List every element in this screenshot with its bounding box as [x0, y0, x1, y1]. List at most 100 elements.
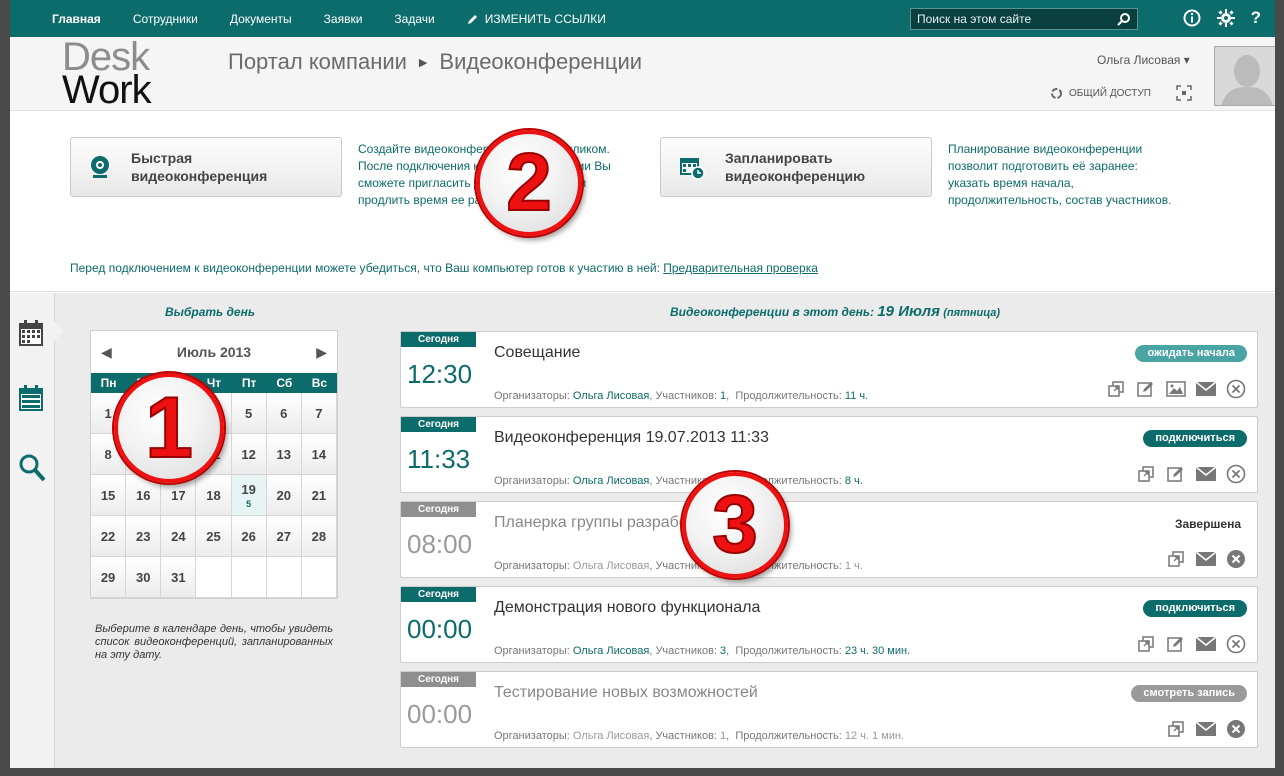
conference-card[interactable]: Сегодня 00:00 Тестирование новых возможнос…	[400, 671, 1258, 748]
schedule-conference-button[interactable]: Запланировать видеоконференцию	[660, 137, 932, 197]
organizer-name[interactable]: Ольга Лисовая	[573, 730, 649, 742]
conference-card[interactable]: Сегодня 08:00 Планерка группы разработки Ор…	[400, 501, 1258, 578]
calendar-day[interactable]: 22	[91, 516, 127, 557]
calendar-day[interactable]: 29	[91, 557, 127, 598]
organizer-name[interactable]: Ольга Лисовая	[573, 560, 649, 572]
close-circle-icon[interactable]	[1225, 718, 1247, 740]
help-icon[interactable]: ?	[1251, 8, 1261, 28]
conference-title[interactable]: Видеоконференция 19.07.2013 11:33	[494, 429, 769, 447]
conference-status-button[interactable]: подключиться	[1143, 430, 1247, 447]
calendar-day[interactable]: 5	[231, 393, 267, 434]
calendar-day[interactable]: 30	[126, 557, 162, 598]
share-icon	[1051, 88, 1062, 99]
close-circle-icon[interactable]	[1225, 548, 1247, 570]
close-circle-icon[interactable]	[1225, 633, 1247, 655]
calendar-day[interactable]: 25	[196, 516, 232, 557]
calendar-day[interactable]: 26	[231, 516, 267, 557]
calendar-day[interactable]: 12	[231, 434, 267, 475]
breadcrumb-portal[interactable]: Портал компании	[228, 49, 407, 75]
conference-card[interactable]: Сегодня 00:00 Демонстрация нового функцион…	[400, 586, 1258, 663]
open-window-icon[interactable]	[1135, 633, 1157, 655]
calendar-day[interactable]: 20	[266, 475, 302, 516]
image-icon[interactable]	[1165, 378, 1187, 400]
info-icon[interactable]	[1183, 9, 1201, 27]
conference-card[interactable]: Сегодня 11:33 Видеоконференция 19.07.2013 …	[400, 416, 1258, 493]
focus-icon[interactable]	[1176, 85, 1192, 101]
open-window-icon[interactable]	[1105, 378, 1127, 400]
close-circle-icon[interactable]	[1225, 463, 1247, 485]
calendar-day[interactable]: 7	[301, 393, 337, 434]
conference-title[interactable]: Тестирование новых возможностей	[494, 684, 758, 702]
calendar-day-number: 12	[241, 446, 256, 462]
callout-badge-1: 1	[114, 373, 224, 483]
calendar-day[interactable]: 6	[266, 393, 302, 434]
mail-icon[interactable]	[1195, 633, 1217, 655]
conference-tools	[1165, 718, 1247, 740]
mail-icon[interactable]	[1195, 463, 1217, 485]
calendar-day[interactable]: 23	[126, 516, 162, 557]
participants-count: 1	[720, 730, 727, 742]
quick-conference-button[interactable]: Быстрая видеоконференция	[70, 137, 342, 197]
edit-icon[interactable]	[1135, 378, 1157, 400]
edit-links-button[interactable]: ИЗМЕНИТЬ ССЫЛКИ	[467, 12, 606, 26]
share-button[interactable]: ОБЩИЙ ДОСТУП	[1050, 87, 1151, 100]
open-window-icon[interactable]	[1165, 718, 1187, 740]
nav-tasks[interactable]: Задачи	[394, 12, 434, 26]
prev-month-icon[interactable]: ◀	[101, 344, 112, 361]
conference-time: 11:33	[407, 444, 471, 474]
logo[interactable]: Desk Work	[62, 37, 152, 110]
organizer-name[interactable]: Ольга Лисовая	[573, 475, 649, 487]
conference-meta: Организаторы: Ольга Лисовая, Участников:…	[494, 560, 863, 572]
search-icon[interactable]	[18, 453, 46, 483]
calendar-day-number: 13	[276, 446, 291, 462]
nav-employees[interactable]: Сотрудники	[133, 12, 198, 26]
organizer-name[interactable]: Ольга Лисовая	[573, 390, 649, 402]
calendar-day[interactable]: 13	[266, 434, 302, 475]
calendar-day[interactable]: 15	[91, 475, 127, 516]
edit-icon[interactable]	[1165, 633, 1187, 655]
conference-title[interactable]: Демонстрация нового функционала	[494, 599, 760, 617]
mail-icon[interactable]	[1195, 548, 1217, 570]
calendar-day[interactable]: 27	[266, 516, 302, 557]
nav-home[interactable]: Главная	[52, 12, 101, 26]
nav-documents[interactable]: Документы	[230, 12, 292, 26]
calendar-day[interactable]: 21	[301, 475, 337, 516]
calendar-day-count: 5	[246, 498, 252, 509]
conference-status-button[interactable]: подключиться	[1143, 600, 1247, 617]
calendar-day-number: 5	[245, 405, 253, 421]
calendar-day[interactable]: 18	[196, 475, 232, 516]
search-icon[interactable]	[1117, 12, 1131, 26]
today-tag: Сегодня	[401, 417, 476, 432]
mail-icon[interactable]	[1195, 718, 1217, 740]
pre-check-link[interactable]: Предварительная проверка	[663, 261, 818, 275]
open-window-icon[interactable]	[1165, 548, 1187, 570]
conference-card[interactable]: Сегодня 12:30 Совещание Организаторы: Ольга…	[400, 331, 1258, 408]
calendar-day[interactable]: 19 5	[231, 475, 267, 516]
open-window-icon[interactable]	[1135, 463, 1157, 485]
calendar-day-empty	[196, 557, 232, 598]
search-input[interactable]	[911, 12, 1111, 26]
user-menu[interactable]: Ольга Лисовая ▾	[1097, 53, 1190, 67]
calendar-day[interactable]: 24	[161, 516, 197, 557]
calendar-list-icon[interactable]	[18, 384, 44, 412]
calendar-day[interactable]: 28	[301, 516, 337, 557]
participants-label: Участников:	[655, 730, 721, 742]
calendar-day-number: 17	[171, 487, 186, 503]
nav-requests[interactable]: Заявки	[324, 12, 363, 26]
conference-title[interactable]: Планерка группы разработки	[494, 514, 711, 532]
close-circle-icon[interactable]	[1225, 378, 1247, 400]
conference-status-button[interactable]: смотреть запись	[1131, 685, 1247, 702]
mail-icon[interactable]	[1195, 378, 1217, 400]
conference-status-button[interactable]: ожидать начала	[1135, 345, 1247, 362]
calendar-month-icon[interactable]	[18, 319, 44, 347]
next-month-icon[interactable]: ▶	[316, 344, 327, 361]
conference-title[interactable]: Совещание	[494, 344, 580, 362]
avatar[interactable]	[1214, 46, 1275, 106]
organizer-name[interactable]: Ольга Лисовая	[573, 645, 649, 657]
conference-meta: Организаторы: Ольга Лисовая, Участников:…	[494, 390, 869, 402]
edit-icon[interactable]	[1165, 463, 1187, 485]
calendar-day[interactable]: 31	[161, 557, 197, 598]
calendar-day[interactable]: 14	[301, 434, 337, 475]
gear-icon[interactable]	[1216, 9, 1235, 27]
conference-status-text: Завершена	[1174, 517, 1241, 531]
